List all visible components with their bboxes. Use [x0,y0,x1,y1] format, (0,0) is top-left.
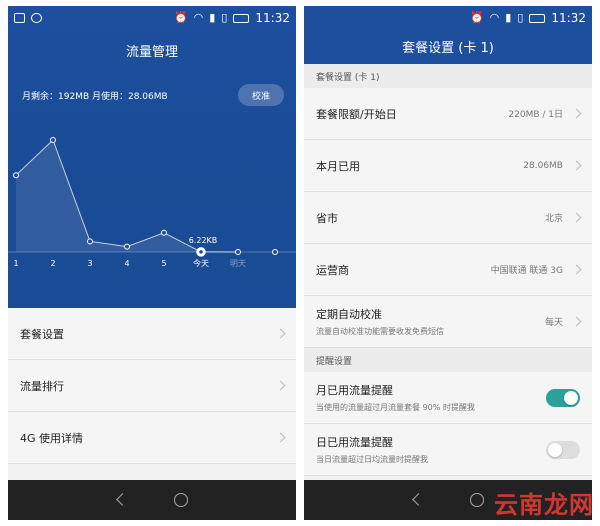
reminder-sublabel: 当日流量超过日均流量时提醒我 [316,455,428,464]
home-icon[interactable] [174,493,188,507]
chart-point [235,249,241,255]
chevron-right-icon [275,432,286,443]
chevron-right-icon [571,264,582,275]
setting-label: 本月已用 [316,159,360,173]
menu-item-label: 流量排行 [20,379,64,393]
phone-traffic-management: ⏰ ◠ ▮ ▯ 11:32 流量管理 月剩余：192MB 月使用：28.06MB… [8,6,296,520]
monthly-reminder-toggle[interactable] [546,388,580,407]
signal-icon: ▯ [517,11,524,24]
page-title: 流量管理 [125,44,178,60]
back-icon[interactable] [116,493,130,507]
chart-annotation: 6.22KB [189,236,218,245]
chart-point [13,172,19,179]
menu-item-label: 4G 使用详情 [20,431,84,445]
status-time: 11:32 [551,11,586,25]
screenshot-root: ⏰ ◠ ▮ ▯ 11:32 流量管理 月剩余：192MB 月使用：28.06MB… [0,0,600,526]
reminder-monthly[interactable]: 月已用流量提醒 当使用的流量超过月流量套餐 90% 时提醒我 [304,372,592,424]
setting-value: 北京 [544,214,563,224]
chart-tick-label: 明天 [230,259,246,268]
chart-point-highlight [199,250,203,254]
chart-tick-label: 5 [161,259,166,268]
watermark-logo: 云南龙网 [494,491,594,519]
toggle-knob [564,390,578,405]
chart-point [50,137,56,143]
toggle-knob [548,442,562,457]
page-title: 套餐设置 (卡 1) [402,40,494,56]
menu-item-4g-details[interactable]: 4G 使用详情 [8,412,296,464]
chart-tick-label: 1 [13,259,18,268]
section-header-reminders: 提醒设置 [304,348,592,372]
chevron-right-icon [571,316,582,327]
calibrate-button[interactable]: 校准 [238,84,284,106]
settings-list: 套餐设置 (卡 1) 套餐限额/开始日 220MB / 1日 本月已用 28.0… [304,64,592,476]
chevron-right-icon [275,328,286,339]
section-header-plan: 套餐设置 (卡 1) [304,64,592,88]
reminder-daily[interactable]: 日已用流量提醒 当日流量超过日均流量时提醒我 [304,424,592,476]
chevron-right-icon [571,212,582,223]
alarm-icon: ⏰ [173,11,188,24]
menu-list: 套餐设置 流量排行 4G 使用详情 [8,308,296,464]
setting-label: 运营商 [316,263,349,277]
setting-value: 28.06MB [523,160,563,171]
setting-label: 省市 [316,211,338,225]
reminder-sublabel: 当使用的流量超过月流量套餐 90% 时提醒我 [316,403,475,412]
setting-month-used[interactable]: 本月已用 28.06MB [304,140,592,192]
chart-point [161,229,167,236]
signal-icon: ▮ [209,11,216,24]
usage-chart: 1 2 3 4 5 今天 明天 6.22KB [8,137,296,268]
daily-reminder-toggle[interactable] [546,440,580,459]
chart-point [124,243,130,250]
phone-plan-settings: ⏰ ◠ ▮ ▯ 11:32 套餐设置 (卡 1) 套餐设置 (卡 1) 套餐限额… [304,6,592,520]
reminder-label: 月已用流量提醒 [316,384,393,397]
reminder-label: 日已用流量提醒 [316,436,393,449]
chevron-right-icon [275,380,286,391]
chart-tick-label: 4 [124,259,129,268]
setting-value: 每天 [544,318,563,328]
chart-tick-label: 2 [50,259,55,268]
status-time: 11:32 [255,11,290,25]
wifi-icon: ◠ [489,11,500,24]
setting-auto-calibrate[interactable]: 定期自动校准 流量自动校准功能需要收发免费短信 每天 [304,296,592,348]
setting-carrier[interactable]: 运营商 中国联通 联通 3G [304,244,592,296]
setting-sublabel: 流量自动校准功能需要收发免费短信 [316,327,444,336]
chart-point [272,249,278,255]
chart-tick-label: 3 [87,259,92,268]
battery-icon [529,13,546,23]
wifi-icon: ◠ [193,11,204,24]
signal-icon: ▯ [221,11,228,24]
chevron-right-icon [571,108,582,119]
usage-summary-row: 月剩余：192MB 月使用：28.06MB 校准 [22,84,284,106]
chart-point [87,238,93,245]
menu-item-traffic-ranking[interactable]: 流量排行 [8,360,296,412]
app-notification-icon [31,13,42,23]
chart-tick-label: 今天 [193,258,209,268]
setting-label: 定期自动校准 [316,308,382,321]
usage-summary: 月剩余：192MB 月使用：28.06MB [22,91,168,102]
signal-icon: ▮ [505,11,512,24]
status-bar: ⏰ ◠ ▮ ▯ 11:32 [8,6,296,30]
menu-item-plan-settings[interactable]: 套餐设置 [8,308,296,360]
home-icon[interactable] [470,493,484,507]
setting-province[interactable]: 省市 北京 [304,192,592,244]
image-notification-icon [14,13,25,23]
setting-value: 中国联通 联通 3G [490,266,563,276]
back-icon[interactable] [412,493,426,507]
setting-label: 套餐限额/开始日 [316,107,397,121]
menu-item-label: 套餐设置 [20,327,64,341]
setting-plan-limit[interactable]: 套餐限额/开始日 220MB / 1日 [304,88,592,140]
battery-icon [233,13,250,23]
chevron-right-icon [571,160,582,171]
setting-value: 220MB / 1日 [508,110,563,120]
navigation-bar [8,480,296,520]
alarm-icon: ⏰ [469,11,484,24]
